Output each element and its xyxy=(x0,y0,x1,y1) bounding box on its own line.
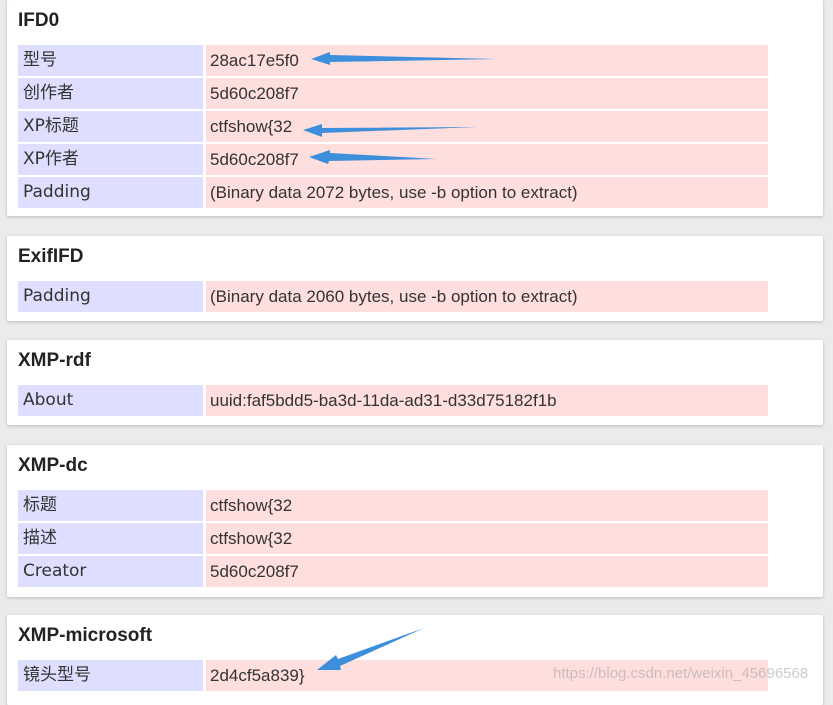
field-key: 标题 xyxy=(18,490,203,521)
section-title: XMP-microsoft xyxy=(18,625,153,646)
section-title: ExifIFD xyxy=(18,246,84,267)
field-value: 5d60c208f7 xyxy=(206,556,768,587)
field-key: Creator xyxy=(18,556,203,587)
field-value: ctfshow{32 xyxy=(206,490,768,521)
field-key: Padding xyxy=(18,281,203,312)
field-value: 5d60c208f7 xyxy=(206,78,768,109)
field-value: 28ac17e5f0 xyxy=(206,45,768,76)
section-exififd: ExifIFD Padding (Binary data 2060 bytes,… xyxy=(7,236,823,321)
field-value: (Binary data 2072 bytes, use -b option t… xyxy=(206,177,768,208)
section-ifd0: IFD0 型号 28ac17e5f0 创作者 5d60c208f7 XP标题 c… xyxy=(7,0,823,216)
field-value: (Binary data 2060 bytes, use -b option t… xyxy=(206,281,768,312)
section-xmp-microsoft: XMP-microsoft 镜头型号 2d4cf5a839} xyxy=(7,615,823,705)
section-xmp-dc: XMP-dc 标题 ctfshow{32 描述 ctfshow{32 Creat… xyxy=(7,445,823,597)
section-xmp-rdf: XMP-rdf About uuid:faf5bdd5-ba3d-11da-ad… xyxy=(7,340,823,425)
field-key: 镜头型号 xyxy=(18,660,203,691)
field-value: uuid:faf5bdd5-ba3d-11da-ad31-d33d75182f1… xyxy=(206,385,768,416)
field-key: Padding xyxy=(18,177,203,208)
section-title: XMP-dc xyxy=(18,455,88,476)
field-key: 创作者 xyxy=(18,78,203,109)
field-key: About xyxy=(18,385,203,416)
field-key: XP作者 xyxy=(18,144,203,175)
field-value: ctfshow{32 xyxy=(206,523,768,554)
field-value: ctfshow{32 xyxy=(206,111,768,142)
field-value: 5d60c208f7 xyxy=(206,144,768,175)
watermark: https://blog.csdn.net/weixin_45696568 xyxy=(553,665,809,682)
section-title: XMP-rdf xyxy=(18,350,91,371)
field-key: 描述 xyxy=(18,523,203,554)
section-title: IFD0 xyxy=(18,10,60,31)
field-key: 型号 xyxy=(18,45,203,76)
field-key: XP标题 xyxy=(18,111,203,142)
